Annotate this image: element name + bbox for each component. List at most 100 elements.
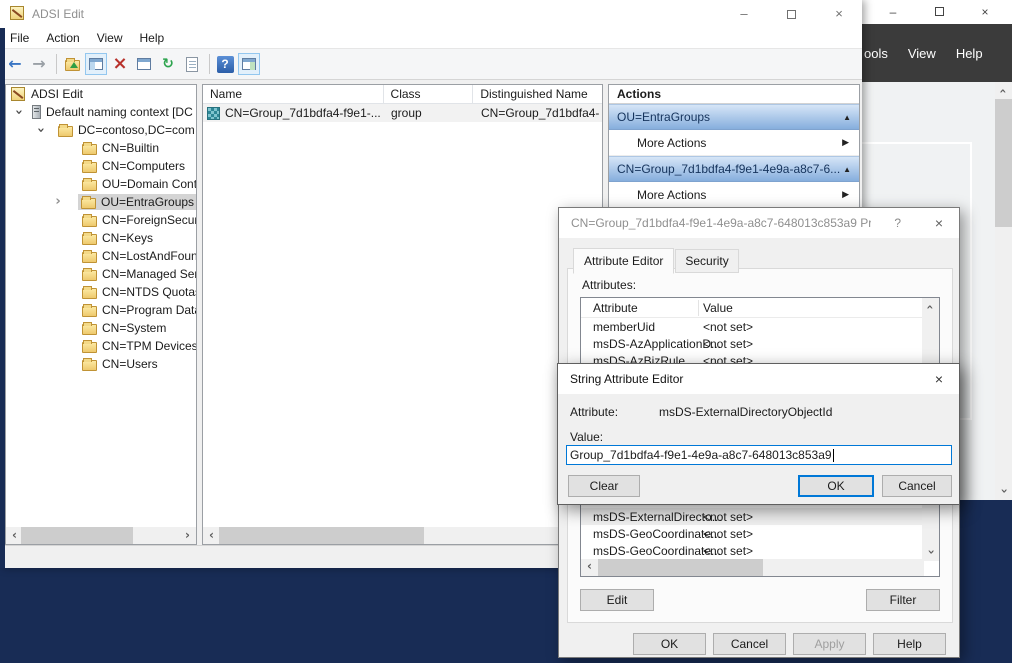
- refresh-icon[interactable]: ↻: [157, 53, 179, 75]
- more-actions-entragroups[interactable]: More Actions ▶: [609, 130, 859, 156]
- back-icon[interactable]: ←: [4, 53, 26, 75]
- maximize-icon[interactable]: [930, 3, 948, 21]
- adsi-edit-app-icon: [10, 6, 24, 20]
- attribute-row-selected[interactable]: msDS-ExternalDirecto... <not set>: [581, 508, 924, 525]
- tree-item-domain-controllers[interactable]: OU=Domain Control: [6, 175, 196, 193]
- scroll-up-icon[interactable]: ›: [923, 299, 939, 316]
- tree-item-tpm-devices[interactable]: CN=TPM Devices: [6, 337, 196, 355]
- attribute-row[interactable]: msDS-AzApplicationD... <not set>: [581, 335, 924, 352]
- forward-icon[interactable]: →: [28, 53, 50, 75]
- cancel-button[interactable]: Cancel: [713, 633, 786, 655]
- column-name[interactable]: Name: [203, 85, 384, 104]
- up-one-level-icon[interactable]: [61, 53, 83, 75]
- properties-icon[interactable]: [133, 53, 155, 75]
- ok-button[interactable]: OK: [798, 475, 874, 497]
- show-console-tree-icon[interactable]: [85, 53, 107, 75]
- submenu-arrow-icon: ▶: [842, 189, 849, 200]
- tree-item-program-data[interactable]: CN=Program Data: [6, 301, 196, 319]
- vertical-scrollbar[interactable]: › ›: [995, 82, 1012, 500]
- tree-item-system[interactable]: CN=System: [6, 319, 196, 337]
- column-class[interactable]: Class: [384, 85, 474, 104]
- menu-file[interactable]: File: [10, 31, 29, 45]
- scroll-right-icon[interactable]: ›: [179, 528, 196, 544]
- clear-button[interactable]: Clear: [568, 475, 640, 497]
- tree-item-ntds-quotas[interactable]: CN=NTDS Quotas: [6, 283, 196, 301]
- attributes-horizontal-scrollbar[interactable]: ‹ ›: [581, 559, 924, 576]
- tree-item-users[interactable]: CN=Users: [6, 355, 196, 373]
- folder-icon: [58, 126, 73, 137]
- menu-view[interactable]: View: [908, 46, 936, 61]
- tree-item-builtin[interactable]: CN=Builtin: [6, 139, 196, 157]
- actions-group-entragroups[interactable]: OU=EntraGroups ▲: [609, 104, 859, 130]
- collapse-icon[interactable]: ▲: [843, 113, 851, 122]
- menu-help[interactable]: Help: [140, 31, 165, 45]
- tree-item-foreignsecurity[interactable]: CN=ForeignSecurityP: [6, 211, 196, 229]
- menu-action[interactable]: Action: [46, 31, 79, 45]
- close-icon[interactable]: ×: [935, 215, 943, 231]
- scroll-left-icon[interactable]: ‹: [581, 559, 598, 575]
- chevron-expanded-icon[interactable]: ›: [34, 124, 46, 136]
- folder-icon: [81, 198, 96, 209]
- maximize-icon[interactable]: [787, 10, 796, 19]
- tree-item-computers[interactable]: CN=Computers: [6, 157, 196, 175]
- scrollbar-thumb[interactable]: [995, 99, 1012, 227]
- column-value[interactable]: Value: [703, 301, 733, 315]
- show-action-pane-icon[interactable]: [238, 53, 260, 75]
- menu-help[interactable]: Help: [956, 46, 983, 61]
- menu-tools-partial[interactable]: ools: [864, 46, 888, 61]
- server-manager-menubar: ools View Help: [862, 24, 1012, 82]
- list-header: Name Class Distinguished Name: [203, 85, 602, 104]
- tree-item-naming-context[interactable]: › Default naming context [DC: [6, 103, 196, 121]
- attribute-row[interactable]: msDS-GeoCoordinate... <not set>: [581, 525, 924, 542]
- close-icon[interactable]: ×: [976, 3, 994, 21]
- tree-horizontal-scrollbar[interactable]: ‹ ›: [6, 527, 196, 544]
- value-input[interactable]: Group_7d1bdfa4-f9e1-4e9a-a8c7-648013c853…: [566, 445, 952, 465]
- export-list-icon[interactable]: [181, 53, 203, 75]
- scroll-up-icon[interactable]: ›: [996, 83, 1012, 100]
- list-horizontal-scrollbar[interactable]: ‹ ›: [203, 527, 602, 544]
- list-row-group[interactable]: CN=Group_7d1bdfa4-f9e1-... group CN=Grou…: [203, 104, 602, 122]
- menu-view[interactable]: View: [97, 31, 123, 45]
- minimize-icon[interactable]: –: [884, 3, 902, 21]
- folder-icon: [82, 306, 97, 317]
- chevron-collapsed-icon[interactable]: ›: [52, 196, 64, 208]
- folder-icon: [82, 270, 97, 281]
- attribute-row[interactable]: msDS-GeoCoordinate... <not set>: [581, 542, 924, 559]
- submenu-arrow-icon: ▶: [842, 137, 849, 148]
- attribute-row[interactable]: memberUid <not set>: [581, 318, 924, 335]
- filter-button[interactable]: Filter: [866, 589, 940, 611]
- scrollbar-thumb[interactable]: [219, 527, 424, 544]
- minimize-icon[interactable]: –: [735, 5, 753, 23]
- scroll-down-icon[interactable]: ›: [923, 544, 939, 561]
- scrollbar-thumb[interactable]: [598, 559, 763, 576]
- delete-icon[interactable]: ×: [109, 53, 131, 75]
- context-help-icon[interactable]: ?: [894, 216, 901, 230]
- apply-button[interactable]: Apply: [793, 633, 866, 655]
- column-distinguished-name[interactable]: Distinguished Name: [473, 85, 602, 104]
- close-icon[interactable]: ×: [830, 5, 848, 23]
- toolbar-separator: [209, 54, 210, 74]
- tab-security[interactable]: Security: [675, 249, 738, 273]
- close-icon[interactable]: ×: [935, 371, 943, 387]
- scrollbar-thumb[interactable]: [21, 527, 133, 544]
- help-button[interactable]: Help: [873, 633, 946, 655]
- scroll-left-icon[interactable]: ‹: [203, 528, 220, 544]
- ok-button[interactable]: OK: [633, 633, 706, 655]
- help-icon[interactable]: ?: [214, 53, 236, 75]
- tree-item-root[interactable]: ADSI Edit: [6, 85, 196, 103]
- chevron-expanded-icon[interactable]: ›: [12, 106, 24, 118]
- tree-item-lostandfound[interactable]: CN=LostAndFound: [6, 247, 196, 265]
- tab-attribute-editor[interactable]: Attribute Editor: [573, 248, 674, 274]
- more-actions-cn-group[interactable]: More Actions ▶: [609, 182, 859, 208]
- column-attribute[interactable]: Attribute: [593, 301, 638, 315]
- tree-item-managed-service[interactable]: CN=Managed Service: [6, 265, 196, 283]
- scroll-down-icon[interactable]: ›: [996, 483, 1012, 500]
- tree-item-keys[interactable]: CN=Keys: [6, 229, 196, 247]
- actions-group-cn-group[interactable]: CN=Group_7d1bdfa4-f9e1-4e9a-a8c7-6... ▲: [609, 156, 859, 182]
- server-manager-titlebar: – ×: [862, 0, 1012, 24]
- edit-button[interactable]: Edit: [580, 589, 654, 611]
- collapse-icon[interactable]: ▲: [843, 165, 851, 174]
- cancel-button[interactable]: Cancel: [882, 475, 952, 497]
- tree-item-entragroups[interactable]: › OU=EntraGroups: [6, 193, 196, 211]
- tree-item-dc-contoso[interactable]: › DC=contoso,DC=com: [6, 121, 196, 139]
